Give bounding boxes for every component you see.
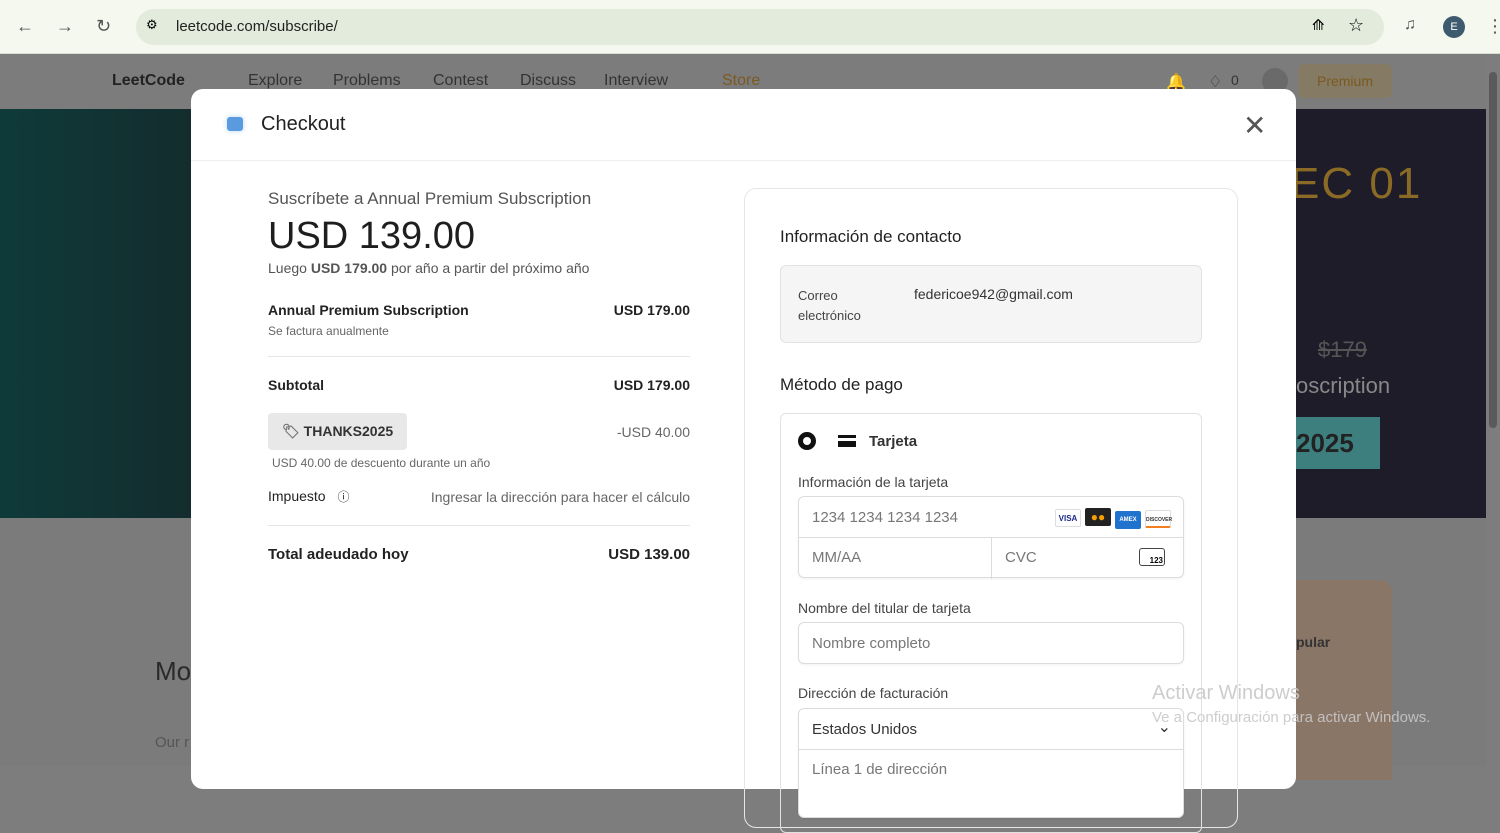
payment-form: Información de contacto Correo electróni… [744,188,1238,833]
total-row: Total adeudado hoy USD 139.00 [268,546,690,563]
order-summary: Suscríbete a Annual Premium Subscription… [268,189,690,563]
popular-label: pular [1296,634,1331,650]
address-bar[interactable]: ⚙ leetcode.com/subscribe/ ⟰ ☆ [136,9,1384,45]
mastercard-icon: ●● [1085,508,1111,526]
divider [268,356,690,357]
holder-placeholder: Nombre completo [812,635,931,652]
menu-icon[interactable]: ⋮ [1486,16,1500,37]
tax-row: Impuesto ⓘ Ingresar la dirección para ha… [268,488,690,505]
renewal-suffix: por año a partir del próximo año [391,260,590,276]
email-value: federicoe942@gmail.com [914,286,1073,302]
coupon-row: 🏷 THANKS2025 -USD 40.00 [268,413,690,450]
bookmark-star-icon[interactable]: ☆ [1348,15,1364,36]
forward-icon[interactable]: → [56,16,74,37]
card-brands: VISA ●● AMEX DISCOVER [1051,508,1172,529]
email-label: Correo electrónico [798,288,861,323]
subtotal-label: Subtotal [268,377,324,393]
item-price: USD 179.00 [613,302,690,318]
url-text[interactable]: leetcode.com/subscribe/ [176,18,338,35]
chevron-down-icon[interactable]: ⌄ [1158,717,1171,737]
banner-old-price: $179 [1318,337,1367,362]
address-line1-input[interactable]: Línea 1 de dirección [812,761,947,778]
billing-address-group: Estados Unidos ⌄ Línea 1 de dirección [798,708,1184,818]
renewal-note: Luego USD 179.00 por año a partir del pr… [268,260,690,276]
tax-value: Ingresar la dirección para hacer el cálc… [430,488,690,505]
subtotal-row: Subtotal USD 179.00 [268,377,690,393]
leetcode-logo[interactable]: LeetCode [112,72,185,90]
scrollbar-thumb[interactable] [1489,72,1497,428]
modal-title: Checkout [261,113,346,135]
card-info-label: Información de la tarjeta [798,474,949,490]
tax-label: Impuesto [268,488,326,504]
card-number-input[interactable]: 1234 1234 1234 1234 [812,509,958,526]
total-value: USD 139.00 [608,546,690,563]
discover-icon: DISCOVER [1145,510,1172,528]
card-input-group: 1234 1234 1234 1234 VISA ●● AMEX DISCOVER M… [798,496,1184,579]
payment-heading: Método de pago [780,375,903,394]
line-item: Annual Premium Subscription USD 179.00 [268,302,690,318]
renewal-prefix: Luego [268,260,307,276]
amex-icon: AMEX [1115,511,1141,529]
banner-code: 2025 [1296,417,1380,469]
browser-toolbar: ← → ↻ ⚙ leetcode.com/subscribe/ ⟰ ☆ ♫ E … [0,0,1500,54]
modal-header: Checkout ✕ [191,89,1296,161]
reload-icon[interactable]: ↻ [96,16,111,37]
nav-store[interactable]: Store [722,72,760,90]
streak-count: 0 [1231,72,1239,88]
premium-button[interactable]: Premium [1298,64,1392,98]
section-text: Our r [155,734,190,751]
payment-method-box: Tarjeta Información de la tarjeta 1234 1… [780,413,1202,833]
method-label: Tarjeta [869,433,918,450]
contact-box: Correo electrónico federicoe942@gmail.co… [780,265,1202,343]
banner-date: EC 01 [1290,159,1423,208]
cvc-card-icon: 123 [1139,548,1165,566]
checkout-modal: Checkout ✕ Suscríbete a Annual Premium S… [191,89,1296,833]
nav-discuss[interactable]: Discuss [520,72,576,90]
nav-problems[interactable]: Problems [333,72,401,90]
nav-explore[interactable]: Explore [248,72,302,90]
divider [991,537,992,579]
nav-contest[interactable]: Contest [433,72,488,90]
profile-avatar[interactable]: E [1443,16,1465,38]
banner-subscription: oscription [1296,373,1391,398]
media-icon[interactable]: ♫ [1404,16,1416,34]
subscribe-line: Suscríbete a Annual Premium Subscription [268,189,592,208]
card-radio[interactable] [798,432,816,450]
card-icon [838,435,856,447]
section-heading: Mo [155,656,192,686]
renewal-amount: USD 179.00 [310,260,388,276]
divider [268,525,690,526]
coupon-amount: -USD 40.00 [616,423,690,440]
holder-name-input[interactable]: Nombre completo [798,622,1184,664]
nav-interview[interactable]: Interview [604,72,668,90]
popular-card: pular [1296,580,1392,780]
back-icon[interactable]: ← [16,16,34,37]
coupon-code: THANKS2025 [303,423,394,439]
subtotal-value: USD 179.00 [613,377,690,393]
total-price: USD 139.00 [268,215,476,257]
divider [799,749,1183,750]
site-settings-icon[interactable]: ⚙ [146,17,158,33]
expiry-input[interactable]: MM/AA [812,549,861,566]
cvc-input[interactable]: CVC [1005,549,1037,566]
page-scrollbar[interactable] [1486,54,1500,766]
coupon-desc: USD 40.00 de descuento durante un año [272,456,491,470]
item-name: Annual Premium Subscription [268,302,469,318]
translate-icon[interactable]: ⟰ [1312,16,1325,34]
item-billing: Se factura anualmente [268,324,389,338]
contact-heading: Información de contacto [780,227,962,246]
country-select[interactable]: Estados Unidos [812,721,917,738]
checkout-logo-icon [227,117,243,131]
holder-label: Nombre del titular de tarjeta [798,600,971,616]
coupon-chip[interactable]: 🏷 THANKS2025 [268,413,408,450]
billing-label: Dirección de facturación [798,685,949,701]
visa-icon: VISA [1055,509,1081,527]
info-icon[interactable]: ⓘ [337,490,349,504]
tag-icon: 🏷 [282,423,300,439]
close-icon[interactable]: ✕ [1243,109,1266,142]
total-label: Total adeudado hoy [268,546,409,563]
